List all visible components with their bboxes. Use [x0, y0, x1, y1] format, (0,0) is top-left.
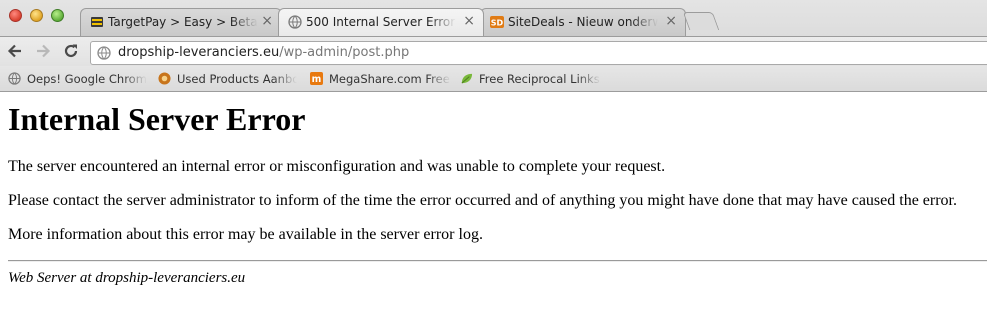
tab-internal-server-error[interactable]: 500 Internal Server Error × — [278, 8, 484, 36]
sitedeals-favicon: SD — [490, 16, 504, 28]
close-icon[interactable]: × — [463, 14, 475, 28]
minimize-window-button[interactable] — [30, 9, 43, 22]
reload-icon[interactable] — [62, 42, 80, 60]
url-host: dropship-leveranciers.eu — [118, 45, 280, 60]
forward-arrow-icon[interactable] — [34, 42, 52, 60]
svg-text:SD: SD — [491, 19, 504, 28]
tab-title: 500 Internal Server Error — [306, 15, 456, 29]
toolbar: dropship-leveranciers.eu/wp-admin/post.p… — [0, 36, 987, 66]
tab-strip: TargetPay > Easy > Betaalde × 500 Intern… — [0, 0, 987, 36]
error-message: The server encountered an internal error… — [8, 158, 666, 175]
tab-targetpay[interactable]: TargetPay > Easy > Betaalde × — [80, 8, 282, 36]
contact-admin-message: Please contact the server administrator … — [8, 192, 957, 209]
page-title: Internal Server Error — [8, 101, 306, 137]
tab-sitedeals[interactable]: SD SiteDeals - Nieuw onderwerp × — [480, 8, 686, 36]
tab-title: TargetPay > Easy > Betaalde — [108, 15, 258, 29]
server-signature: Web Server at dropship-leveranciers.eu — [8, 270, 246, 286]
close-window-button[interactable] — [9, 9, 22, 22]
browser-chrome: TargetPay > Easy > Betaalde × 500 Intern… — [0, 0, 987, 92]
bookmark-label: MegaShare.com Free — [329, 72, 450, 86]
globe-icon — [97, 46, 111, 60]
globe-icon — [8, 72, 21, 85]
new-tab-button[interactable] — [682, 12, 720, 30]
close-icon[interactable]: × — [261, 14, 273, 28]
page-content: Internal Server Error The server encount… — [0, 92, 987, 328]
close-icon[interactable]: × — [665, 14, 677, 28]
targetpay-favicon — [91, 17, 103, 27]
address-bar[interactable]: dropship-leveranciers.eu/wp-admin/post.p… — [90, 41, 987, 65]
bookmark-free-reciprocal-links[interactable]: Free Reciprocal Links — [460, 71, 600, 87]
divider — [8, 260, 987, 262]
error-log-message: More information about this error may be… — [8, 226, 483, 243]
bookmark-megashare[interactable]: m MegaShare.com Free — [310, 71, 450, 87]
used-products-favicon — [158, 72, 171, 85]
bookmark-oeps-google-chrome[interactable]: Oeps! Google Chrome — [8, 71, 148, 87]
svg-text:m: m — [312, 74, 322, 85]
bookmarks-bar: Oeps! Google Chrome Used Products Aanbod… — [0, 66, 987, 92]
zoom-window-button[interactable] — [51, 9, 64, 22]
url-text[interactable]: dropship-leveranciers.eu/wp-admin/post.p… — [118, 42, 409, 64]
bookmark-label: Free Reciprocal Links — [479, 72, 600, 86]
bookmark-used-products[interactable]: Used Products Aanbod — [158, 71, 298, 87]
megashare-favicon: m — [310, 72, 323, 85]
back-arrow-icon[interactable] — [6, 42, 24, 60]
globe-icon — [288, 15, 302, 29]
tab-title: SiteDeals - Nieuw onderwerp — [508, 15, 658, 29]
leaf-favicon — [461, 73, 473, 84]
bookmark-label: Oeps! Google Chrome — [27, 72, 147, 86]
url-path: /wp-admin/post.php — [279, 45, 410, 60]
bookmark-label: Used Products Aanbod — [177, 72, 297, 86]
